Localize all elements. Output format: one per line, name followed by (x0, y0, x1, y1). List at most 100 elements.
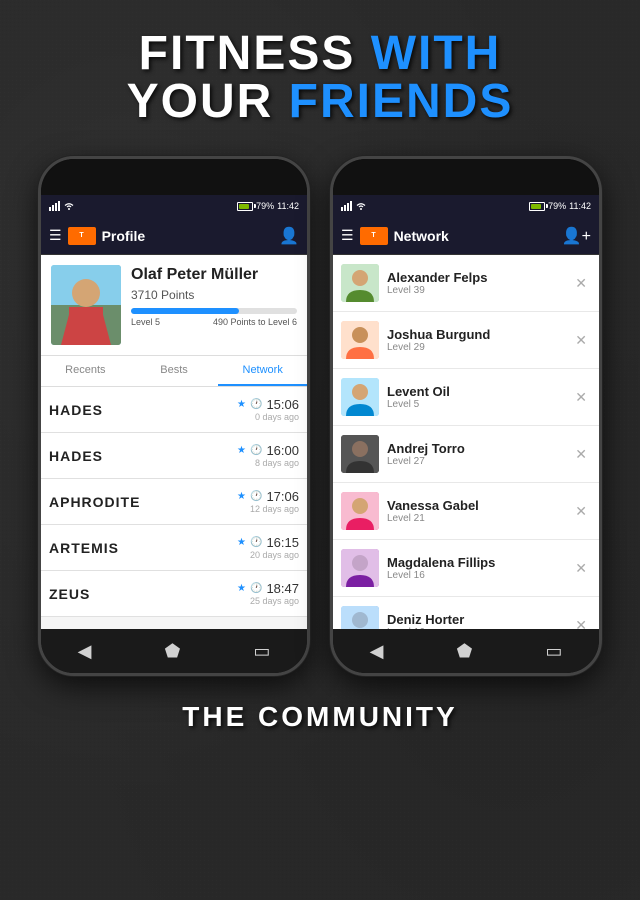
app-title-2: Network (394, 228, 562, 244)
network-level-2: Level 29 (387, 342, 571, 353)
network-item-1[interactable]: Alexander Felps Level 39 ✕ (333, 255, 599, 312)
footer-section: THE COMMUNITY (0, 686, 640, 748)
clock-icon-4: 🕐 (250, 537, 262, 548)
workout-days-1: 0 days ago (237, 412, 299, 422)
clock-icon-1: 🕐 (250, 399, 262, 410)
workout-days-3: 12 days ago (237, 504, 299, 514)
recent-btn-2[interactable]: ▭ (545, 641, 562, 662)
avatar-svg-3 (341, 378, 379, 416)
workout-name-1: HADES (49, 402, 103, 418)
workout-item-3[interactable]: APHRODITE ★ 🕐 17:06 12 days ago (41, 479, 307, 525)
star-icon-2: ★ (237, 445, 246, 456)
workout-item-1[interactable]: HADES ★ 🕐 15:06 0 days ago (41, 387, 307, 433)
phone-top-1 (41, 159, 307, 195)
app-header-2: ☰ T Network 👤+ (333, 217, 599, 255)
back-btn-2[interactable]: ◀ (370, 641, 384, 662)
network-name-6: Magdalena Fillips (387, 555, 571, 570)
menu-icon-1[interactable]: ☰ (49, 227, 62, 244)
recent-btn-1[interactable]: ▭ (253, 641, 270, 662)
network-info-1: Alexander Felps Level 39 (387, 270, 571, 296)
network-info-4: Andrej Torro Level 27 (387, 441, 571, 467)
remove-btn-2[interactable]: ✕ (571, 328, 591, 353)
profile-section: Olaf Peter Müller 3710 Points Level 5 49… (41, 255, 307, 356)
header-with: WITH (371, 27, 502, 80)
star-icon-5: ★ (237, 583, 246, 594)
time-val-1: 15:06 (266, 397, 299, 412)
avatar-6 (341, 549, 379, 587)
workout-right-5: ★ 🕐 18:47 25 days ago (237, 581, 299, 606)
network-item-6[interactable]: Magdalena Fillips Level 16 ✕ (333, 540, 599, 597)
avatar-5 (341, 492, 379, 530)
remove-btn-1[interactable]: ✕ (571, 271, 591, 296)
points-to-next: 490 Points to Level 6 (213, 317, 297, 327)
header-section: FITNESS WITH YOUR FRIENDS (0, 0, 640, 146)
profile-points: 3710 Points (131, 288, 297, 302)
workout-item-2[interactable]: HADES ★ 🕐 16:00 8 days ago (41, 433, 307, 479)
workout-right-1: ★ 🕐 15:06 0 days ago (237, 397, 299, 422)
time-val-3: 17:06 (266, 489, 299, 504)
status-left-2 (341, 201, 366, 211)
battery-icon-1 (237, 202, 253, 211)
time-1: 11:42 (277, 201, 299, 211)
network-info-5: Vanessa Gabel Level 21 (387, 498, 571, 524)
profile-name: Olaf Peter Müller (131, 265, 297, 284)
network-info-2: Joshua Burgund Level 29 (387, 327, 571, 353)
network-item-7[interactable]: Deniz Horter Level 16 ✕ (333, 597, 599, 629)
status-bar-2: 79% 11:42 (333, 195, 599, 217)
network-name-4: Andrej Torro (387, 441, 571, 456)
header-fitness: FITNESS (139, 27, 356, 80)
network-item-4[interactable]: Andrej Torro Level 27 ✕ (333, 426, 599, 483)
back-btn-1[interactable]: ◀ (78, 641, 92, 662)
remove-btn-7[interactable]: ✕ (571, 613, 591, 630)
profile-info: Olaf Peter Müller 3710 Points Level 5 49… (131, 265, 297, 327)
app-header-1: ☰ T Profile 👤 (41, 217, 307, 255)
signal-icon-1 (49, 201, 61, 211)
screen-profile: Olaf Peter Müller 3710 Points Level 5 49… (41, 255, 307, 629)
app-logo-2: T (360, 227, 388, 245)
profile-icon-1[interactable]: 👤 (279, 226, 299, 246)
workout-item-4[interactable]: ARTEMIS ★ 🕐 16:15 20 days ago (41, 525, 307, 571)
network-level-3: Level 5 (387, 399, 571, 410)
avatar-svg-1 (341, 264, 379, 302)
remove-btn-4[interactable]: ✕ (571, 442, 591, 467)
tab-bests[interactable]: Bests (130, 356, 219, 386)
avatar-svg-5 (341, 492, 379, 530)
app-logo-1: T (68, 227, 96, 245)
avatar-1 (341, 264, 379, 302)
workout-name-2: HADES (49, 448, 103, 464)
status-bar-1: 79% 11:42 (41, 195, 307, 217)
app-title-1: Profile (102, 228, 280, 244)
workout-name-4: ARTEMIS (49, 540, 119, 556)
time-val-2: 16:00 (266, 443, 299, 458)
phone-profile: 79% 11:42 ☰ T Profile 👤 (38, 156, 310, 676)
network-item-2[interactable]: Joshua Burgund Level 29 ✕ (333, 312, 599, 369)
avatar-3 (341, 378, 379, 416)
network-item-3[interactable]: Levent Oil Level 5 ✕ (333, 369, 599, 426)
remove-btn-5[interactable]: ✕ (571, 499, 591, 524)
tab-recents[interactable]: Recents (41, 356, 130, 386)
network-name-5: Vanessa Gabel (387, 498, 571, 513)
remove-btn-3[interactable]: ✕ (571, 385, 591, 410)
network-name-1: Alexander Felps (387, 270, 571, 285)
workout-right-2: ★ 🕐 16:00 8 days ago (237, 443, 299, 468)
workout-right-4: ★ 🕐 16:15 20 days ago (237, 535, 299, 560)
profile-photo (51, 265, 121, 345)
progress-bar-fill (131, 308, 239, 314)
battery-fill-1 (239, 204, 248, 209)
home-btn-1[interactable]: ⬟ (165, 641, 181, 662)
level-row: Level 5 490 Points to Level 6 (131, 317, 297, 327)
home-btn-2[interactable]: ⬟ (457, 641, 473, 662)
menu-icon-2[interactable]: ☰ (341, 227, 354, 244)
workout-name-3: APHRODITE (49, 494, 140, 510)
time-2: 11:42 (569, 201, 591, 211)
workout-item-5[interactable]: ZEUS ★ 🕐 18:47 25 days ago (41, 571, 307, 617)
workout-time-5: ★ 🕐 18:47 (237, 581, 299, 596)
tab-network[interactable]: Network (218, 356, 307, 386)
star-icon-4: ★ (237, 537, 246, 548)
battery-percent-2: 79% (548, 201, 566, 211)
add-person-icon[interactable]: 👤+ (562, 226, 591, 246)
network-item-5[interactable]: Vanessa Gabel Level 21 ✕ (333, 483, 599, 540)
network-info-3: Levent Oil Level 5 (387, 384, 571, 410)
remove-btn-6[interactable]: ✕ (571, 556, 591, 581)
workout-right-3: ★ 🕐 17:06 12 days ago (237, 489, 299, 514)
